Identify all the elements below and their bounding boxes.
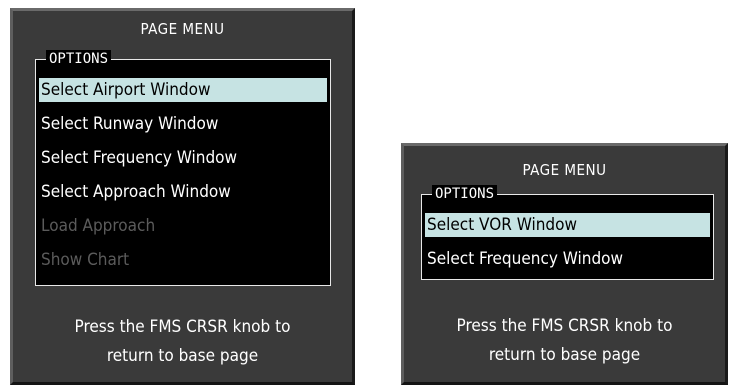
options-list: OPTIONS Select Airport Window Select Run… bbox=[35, 50, 331, 286]
menu-item-select-frequency-window[interactable]: Select Frequency Window bbox=[39, 146, 327, 170]
menu-item-show-chart: Show Chart bbox=[41, 250, 130, 270]
menu-item-select-airport-window[interactable]: Select Airport Window bbox=[39, 78, 327, 102]
page-menu-window-vor: PAGE MENU OPTIONS Select VOR Window Sele… bbox=[401, 143, 728, 385]
options-label: OPTIONS bbox=[432, 185, 498, 203]
options-label: OPTIONS bbox=[46, 50, 112, 68]
page-menu-title: PAGE MENU bbox=[522, 161, 607, 179]
instruction-line-1: Press the FMS CRSR knob to bbox=[74, 317, 291, 337]
instruction-line-2: return to base page bbox=[106, 346, 259, 366]
page-menu-title: PAGE MENU bbox=[140, 20, 225, 38]
menu-item-select-runway-window[interactable]: Select Runway Window bbox=[39, 112, 327, 136]
options-list: OPTIONS Select VOR Window Select Frequen… bbox=[421, 185, 714, 280]
instruction-line-2: return to base page bbox=[488, 345, 641, 365]
menu-item-select-approach-window[interactable]: Select Approach Window bbox=[39, 180, 327, 204]
instruction-line-1: Press the FMS CRSR knob to bbox=[456, 316, 673, 336]
menu-item-select-vor-window[interactable]: Select VOR Window bbox=[425, 213, 710, 237]
instruction-text: Press the FMS CRSR knob to return to bas… bbox=[404, 312, 725, 370]
page-menu-window-airport: PAGE MENU OPTIONS Select Airport Window … bbox=[10, 8, 355, 385]
menu-item-select-frequency-window[interactable]: Select Frequency Window bbox=[425, 247, 710, 271]
instruction-text: Press the FMS CRSR knob to return to bas… bbox=[13, 313, 352, 371]
menu-item-load-approach: Load Approach bbox=[41, 216, 156, 236]
